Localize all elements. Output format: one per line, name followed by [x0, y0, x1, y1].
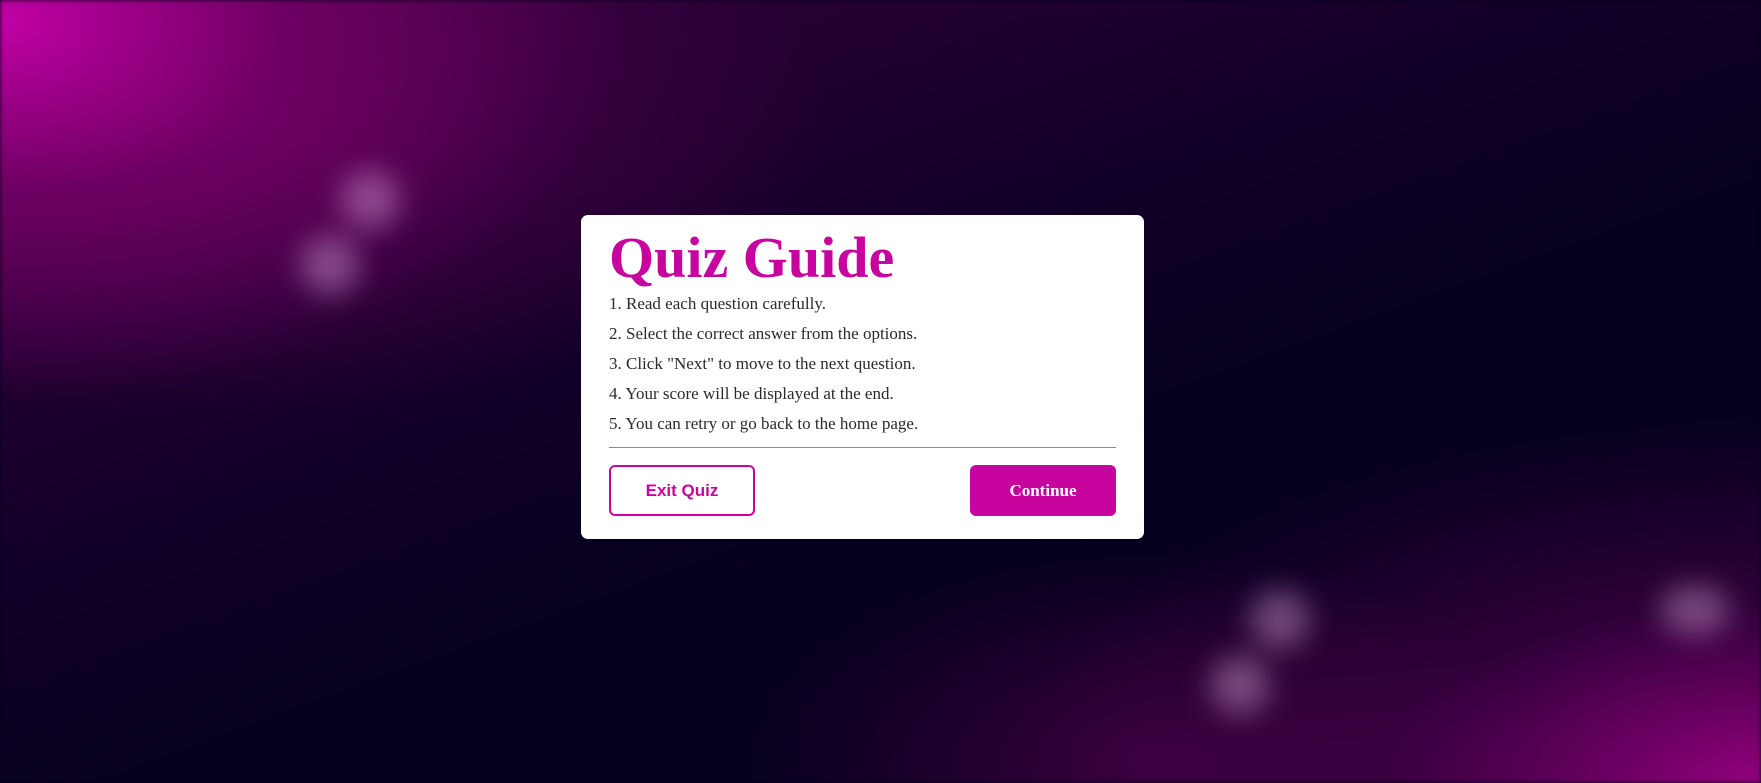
rule-item: 5. You can retry or go back to the home …	[609, 414, 919, 433]
rule-item: 1. Read each question carefully.	[609, 294, 826, 313]
quiz-guide-dialog: Quiz Guide 1. Read each question careful…	[581, 215, 1144, 539]
rule-item: 2. Select the correct answer from the op…	[609, 324, 918, 343]
background-glow	[300, 235, 360, 295]
divider	[609, 447, 1116, 448]
continue-button[interactable]: Continue	[970, 465, 1116, 516]
rules-list: 1. Read each question carefully. 2. Sele…	[609, 289, 1116, 439]
rule-item: 4. Your score will be displayed at the e…	[609, 384, 894, 403]
dialog-title: Quiz Guide	[609, 225, 895, 290]
background-glow	[340, 170, 400, 230]
rule-item: 3. Click "Next" to move to the next ques…	[609, 354, 916, 373]
dialog-actions: Exit Quiz Continue	[609, 465, 1116, 516]
background-glow	[1250, 590, 1310, 650]
background-glow	[1210, 655, 1270, 715]
exit-quiz-button[interactable]: Exit Quiz	[609, 465, 755, 516]
background-glow	[1660, 585, 1730, 635]
